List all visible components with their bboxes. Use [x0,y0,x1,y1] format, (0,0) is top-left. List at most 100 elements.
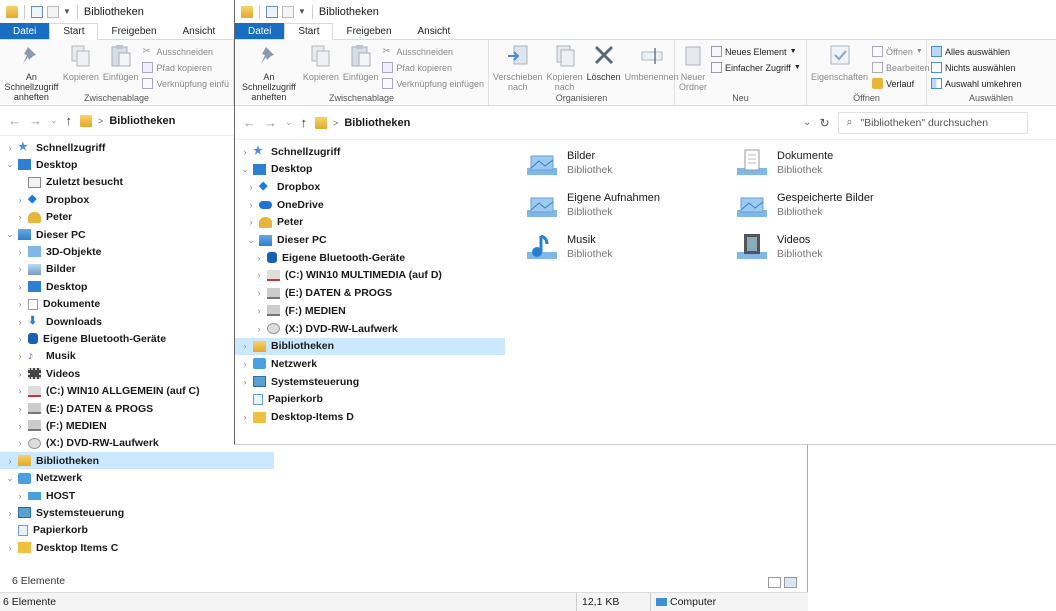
expand-chevron-icon[interactable]: › [14,299,26,309]
expand-chevron-icon[interactable]: › [14,212,26,222]
expand-chevron-icon[interactable]: › [14,264,26,274]
tree-item-systemsteuerung[interactable]: › Systemsteuerung [0,504,274,521]
library-tile-gespeicherte-bilder[interactable]: Gespeicherte Bilder Bibliothek [735,190,874,220]
breadcrumb-bibliotheken[interactable]: Bibliotheken [109,115,175,127]
recent-locations-chevron-icon[interactable]: ⌄ [285,117,293,128]
history-button[interactable]: Verlauf [872,76,930,91]
tree-item-musik[interactable]: › ♪ Musik [0,348,274,365]
collapse-chevron-icon[interactable]: ⌄ [4,473,16,484]
customize-quick-access-icon[interactable]: ▼ [63,7,71,16]
collapse-chevron-icon[interactable]: ⌄ [4,229,16,240]
customize-quick-access-icon[interactable]: ▼ [298,7,306,16]
tree-item-eigene-bluetooth-ger-te[interactable]: › Eigene Bluetooth-Geräte [235,249,505,266]
invert-selection-button[interactable]: Auswahl umkehren [931,76,1022,91]
tree-item-desktop-items-c[interactable]: › Desktop Items C [0,539,274,556]
library-tile-eigene-aufnahmen[interactable]: Eigene Aufnahmen Bibliothek [525,190,660,220]
expand-chevron-icon[interactable]: › [253,253,265,263]
tree-item-x-dvd-rw-laufwerk[interactable]: › (X:) DVD-RW-Laufwerk [235,320,505,337]
tree-item-downloads[interactable]: › ⬇ Downloads [0,313,274,330]
tree-item-systemsteuerung[interactable]: › Systemsteuerung [235,373,505,390]
library-tile-bilder[interactable]: Bilder Bibliothek [525,148,613,178]
tree-item-schnellzugriff[interactable]: › ★ Schnellzugriff [235,143,505,160]
tab-datei[interactable]: Datei [0,23,50,39]
tree-item-bibliotheken[interactable]: › Bibliotheken [0,452,274,470]
tab-freigeben[interactable]: Freigeben [98,23,169,39]
tree-item-dokumente[interactable]: › Dokumente [0,296,274,313]
up-arrow-icon[interactable]: ↑ [301,115,308,130]
collapse-chevron-icon[interactable]: ⌄ [239,164,251,175]
up-arrow-icon[interactable]: ↑ [66,113,73,128]
tree-item-peter[interactable]: › Peter [0,209,274,226]
tree-item-f-medien[interactable]: › (F:) MEDIEN [235,302,505,319]
back-arrow-icon[interactable]: ← [243,115,256,130]
library-tile-musik[interactable]: Musik Bibliothek [525,232,613,262]
tree-item-f-medien[interactable]: › (F:) MEDIEN [0,417,274,434]
forward-arrow-icon[interactable]: → [29,113,42,128]
breadcrumb-bibliotheken[interactable]: Bibliotheken [344,117,410,129]
expand-chevron-icon[interactable]: › [14,421,26,431]
tree-item-bilder[interactable]: › Bilder [0,261,274,278]
expand-chevron-icon[interactable]: › [14,317,26,327]
collapse-chevron-icon[interactable]: ⌄ [4,159,16,170]
cut-button[interactable]: ✂ Ausschneiden [142,44,229,59]
forward-arrow-icon[interactable]: → [264,115,277,130]
new-item-button[interactable]: Neues Element ▼ [711,44,801,59]
select-all-button[interactable]: Alles auswählen [931,44,1022,59]
expand-chevron-icon[interactable]: › [14,369,26,379]
tree-item-desktop[interactable]: ⌄ Desktop [235,161,505,178]
copy-path-button[interactable]: Pfad kopieren [382,60,484,75]
expand-chevron-icon[interactable]: › [239,147,251,157]
recent-locations-chevron-icon[interactable]: ⌄ [50,115,58,126]
tree-item-papierkorb[interactable]: Papierkorb [0,522,274,539]
tree-item-desktop[interactable]: ⌄ Desktop [0,156,274,173]
search-input[interactable]: ⌕ "Bibliotheken" durchsuchen [837,111,1028,134]
expand-chevron-icon[interactable]: › [245,217,257,227]
tree-item-eigene-bluetooth-ger-te[interactable]: › Eigene Bluetooth-Geräte [0,330,274,347]
tree-item-onedrive[interactable]: › OneDrive [235,196,505,213]
large-icons-view-icon[interactable] [784,577,797,588]
expand-chevron-icon[interactable]: › [253,270,265,280]
tree-item-papierkorb[interactable]: Papierkorb [235,391,505,408]
tree-item-peter[interactable]: › Peter [235,214,505,231]
properties-quick-icon[interactable] [31,5,43,18]
address-dropdown-chevron-icon[interactable]: ⌄ [803,117,811,128]
refresh-icon[interactable]: ↻ [819,116,829,130]
back-arrow-icon[interactable]: ← [8,113,21,128]
tab-datei[interactable]: Datei [235,23,285,39]
tree-item-e-daten-progs[interactable]: › (E:) DATEN & PROGS [235,285,505,302]
copy-path-button[interactable]: Pfad kopieren [142,60,229,75]
tree-item-zuletzt-besucht[interactable]: Zuletzt besucht [0,174,274,191]
tab-ansicht[interactable]: Ansicht [405,23,464,39]
tree-item-dieser-pc[interactable]: ⌄ Dieser PC [235,232,505,249]
new-folder-quick-icon[interactable] [47,5,59,18]
tree-item-dieser-pc[interactable]: ⌄ Dieser PC [0,226,274,243]
open-button[interactable]: Öffnen ▼ [872,44,930,59]
expand-chevron-icon[interactable]: › [239,359,251,369]
easy-access-button[interactable]: Einfacher Zugriff ▼ [711,60,801,75]
expand-chevron-icon[interactable]: › [253,324,265,334]
select-none-button[interactable]: Nichts auswählen [931,60,1022,75]
expand-chevron-icon[interactable]: › [239,377,251,387]
tree-item-desktop[interactable]: › Desktop [0,278,274,295]
tree-item-dropbox[interactable]: › ◆ Dropbox [235,178,505,195]
tab-start[interactable]: Start [284,23,334,40]
expand-chevron-icon[interactable]: › [4,508,16,518]
address-bar[interactable]: > Bibliotheken [315,112,795,134]
tab-ansicht[interactable]: Ansicht [170,23,229,39]
details-view-icon[interactable] [768,577,781,588]
expand-chevron-icon[interactable]: › [14,334,26,344]
expand-chevron-icon[interactable]: › [239,412,251,422]
tree-item-c-win10-multimedia-auf-d[interactable]: › (C:) WIN10 MULTIMEDIA (auf D) [235,267,505,284]
expand-chevron-icon[interactable]: › [14,351,26,361]
expand-chevron-icon[interactable]: › [245,200,257,210]
properties-quick-icon[interactable] [266,5,278,18]
expand-chevron-icon[interactable]: › [253,306,265,316]
collapse-chevron-icon[interactable]: ⌄ [245,235,257,246]
tree-item-desktop-items-d[interactable]: › Desktop-Items D [235,409,505,426]
expand-chevron-icon[interactable]: › [239,341,251,351]
expand-chevron-icon[interactable]: › [14,386,26,396]
cut-button[interactable]: ✂ Ausschneiden [382,44,484,59]
paste-shortcut-button[interactable]: Verknüpfung einfügen [382,76,484,91]
tree-item-dropbox[interactable]: › ◆ Dropbox [0,191,274,208]
expand-chevron-icon[interactable]: › [253,288,265,298]
